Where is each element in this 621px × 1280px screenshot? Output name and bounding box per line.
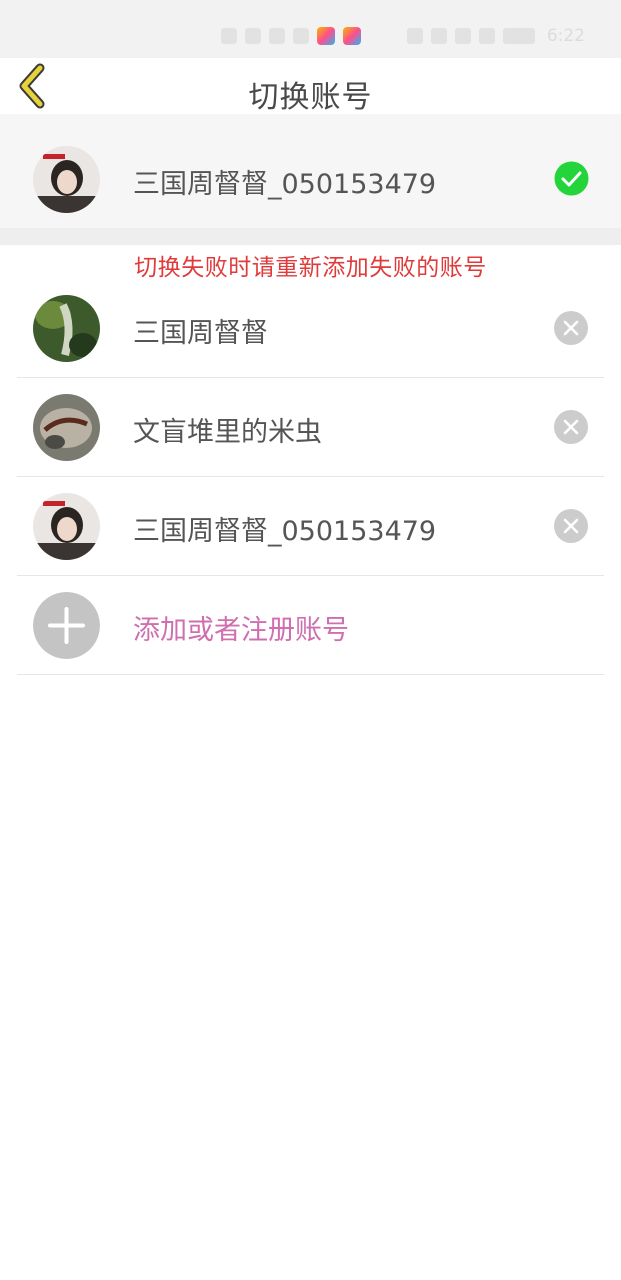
bluetooth-icon	[454, 28, 471, 44]
remove-circle-icon[interactable]	[554, 410, 588, 444]
remove-circle-icon[interactable]	[554, 311, 588, 345]
avatar	[33, 295, 100, 362]
account-list-item[interactable]: 文盲堆里的米虫	[0, 378, 621, 477]
page-title: 切换账号	[248, 80, 373, 115]
current-account-row[interactable]: 三国周督督_050153479	[0, 114, 621, 228]
avatar	[33, 146, 100, 213]
account-name: 文盲堆里的米虫	[133, 417, 322, 448]
divider	[17, 674, 604, 675]
section-divider	[0, 228, 621, 245]
sim-icon	[220, 28, 237, 44]
avatar	[33, 394, 100, 461]
account-name: 三国周督督_050153479	[133, 516, 437, 547]
check-circle-icon	[554, 161, 589, 196]
current-account-name: 三国周督督_050153479	[133, 169, 437, 200]
nav-bar: 切换账号	[0, 58, 621, 115]
app-icon-1	[316, 27, 335, 45]
remove-circle-icon[interactable]	[554, 509, 588, 543]
account-list-item[interactable]: 三国周督督_050153479	[0, 477, 621, 576]
wifi-icon	[268, 28, 285, 44]
plus-circle-icon	[33, 592, 100, 659]
avatar	[33, 493, 100, 560]
account-name: 三国周督督	[133, 318, 268, 349]
battery-saver-icon	[292, 28, 309, 44]
status-bar: 6:22	[0, 0, 621, 58]
battery-icon	[502, 28, 535, 44]
add-account-label: 添加或者注册账号	[133, 615, 349, 646]
nfc-icon	[430, 28, 447, 44]
status-time: 6:22	[546, 26, 585, 46]
phone-icon	[478, 28, 495, 44]
account-list-item[interactable]: 三国周督督	[0, 279, 621, 378]
app-icon-2	[342, 27, 361, 45]
signal-icon	[244, 28, 261, 44]
add-account-button[interactable]: 添加或者注册账号	[0, 576, 621, 675]
switch-failure-notice: 切换失败时请重新添加失败的账号	[134, 255, 487, 281]
status-icons: 6:22	[220, 26, 585, 46]
alarm-icon	[406, 28, 423, 44]
